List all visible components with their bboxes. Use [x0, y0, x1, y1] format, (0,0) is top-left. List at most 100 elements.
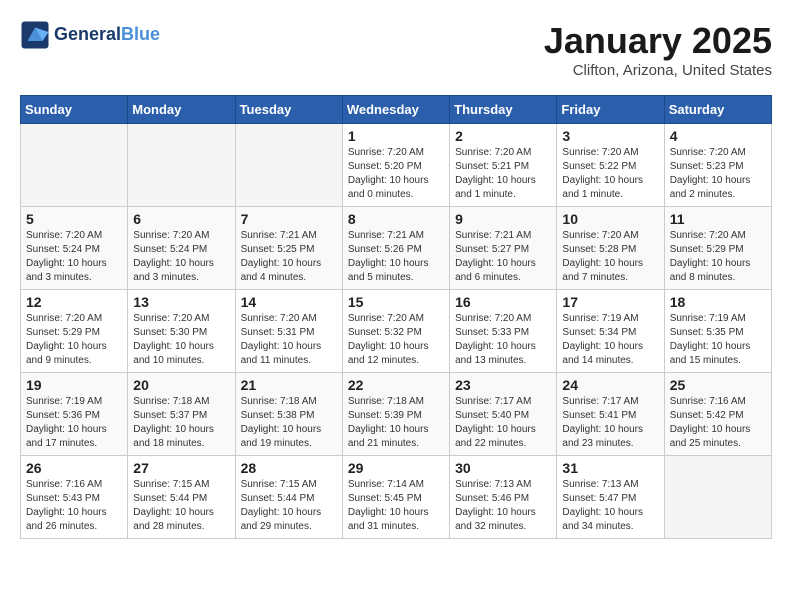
- logo: GeneralBlue: [20, 20, 160, 50]
- calendar-cell: 2 Sunrise: 7:20 AMSunset: 5:21 PMDaylight…: [450, 124, 557, 207]
- calendar-cell: 15 Sunrise: 7:20 AMSunset: 5:32 PMDayligh…: [342, 290, 449, 373]
- day-info: Sunrise: 7:18 AMSunset: 5:38 PMDaylight:…: [241, 395, 337, 451]
- day-info: Sunrise: 7:20 AMSunset: 5:30 PMDaylight:…: [133, 312, 229, 368]
- day-number: 11: [670, 211, 766, 227]
- day-number: 22: [348, 377, 444, 393]
- day-info: Sunrise: 7:18 AMSunset: 5:37 PMDaylight:…: [133, 395, 229, 451]
- day-info: Sunrise: 7:19 AMSunset: 5:34 PMDaylight:…: [562, 312, 658, 368]
- calendar-cell: 28Sunrise: 7:15 AMSunset: 5:44 PMDayligh…: [235, 456, 342, 539]
- day-info: Sunrise: 7:21 AMSunset: 5:25 PMDaylight:…: [241, 229, 337, 285]
- calendar-cell: 27 Sunrise: 7:15 AMSunset: 5:44 PMDayligh…: [128, 456, 235, 539]
- day-info: Sunrise: 7:20 AMSunset: 5:24 PMDaylight:…: [26, 229, 122, 285]
- day-info: Sunrise: 7:21 AMSunset: 5:26 PMDaylight:…: [348, 229, 444, 285]
- logo-icon: [20, 20, 50, 50]
- day-info: Sunrise: 7:20 AMSunset: 5:32 PMDaylight:…: [348, 312, 444, 368]
- day-number: 8: [348, 211, 444, 227]
- page-header: GeneralBlue January 2025 Clifton, Arizon…: [20, 20, 772, 79]
- day-number: 5: [26, 211, 122, 227]
- day-info: Sunrise: 7:20 AMSunset: 5:28 PMDaylight:…: [562, 229, 658, 285]
- calendar-cell: 10 Sunrise: 7:20 AMSunset: 5:28 PMDayligh…: [557, 207, 664, 290]
- calendar-cell: [235, 124, 342, 207]
- day-info: Sunrise: 7:13 AMSunset: 5:46 PMDaylight:…: [455, 478, 551, 534]
- day-info: Sunrise: 7:19 AMSunset: 5:36 PMDaylight:…: [26, 395, 122, 451]
- day-number: 21: [241, 377, 337, 393]
- col-header-saturday: Saturday: [664, 96, 771, 124]
- calendar-week-3: 12 Sunrise: 7:20 AMSunset: 5:29 PMDayligh…: [21, 290, 772, 373]
- day-info: Sunrise: 7:20 AMSunset: 5:31 PMDaylight:…: [241, 312, 337, 368]
- day-info: Sunrise: 7:20 AMSunset: 5:21 PMDaylight:…: [455, 146, 551, 202]
- col-header-friday: Friday: [557, 96, 664, 124]
- calendar-week-1: 1Sunrise: 7:20 AMSunset: 5:20 PMDaylight…: [21, 124, 772, 207]
- day-number: 9: [455, 211, 551, 227]
- day-info: Sunrise: 7:20 AMSunset: 5:33 PMDaylight:…: [455, 312, 551, 368]
- calendar-cell: 19 Sunrise: 7:19 AMSunset: 5:36 PMDayligh…: [21, 373, 128, 456]
- day-number: 27: [133, 460, 229, 476]
- col-header-wednesday: Wednesday: [342, 96, 449, 124]
- day-number: 20: [133, 377, 229, 393]
- calendar-cell: 12 Sunrise: 7:20 AMSunset: 5:29 PMDayligh…: [21, 290, 128, 373]
- calendar-header-row: SundayMondayTuesdayWednesdayThursdayFrid…: [21, 96, 772, 124]
- day-number: 12: [26, 294, 122, 310]
- day-number: 23: [455, 377, 551, 393]
- day-info: Sunrise: 7:20 AMSunset: 5:23 PMDaylight:…: [670, 146, 766, 202]
- day-info: Sunrise: 7:15 AMSunset: 5:44 PMDaylight:…: [133, 478, 229, 534]
- calendar-cell: 17Sunrise: 7:19 AMSunset: 5:34 PMDayligh…: [557, 290, 664, 373]
- day-number: 7: [241, 211, 337, 227]
- day-info: Sunrise: 7:20 AMSunset: 5:29 PMDaylight:…: [26, 312, 122, 368]
- calendar: SundayMondayTuesdayWednesdayThursdayFrid…: [20, 95, 772, 539]
- calendar-cell: 7 Sunrise: 7:21 AMSunset: 5:25 PMDaylight…: [235, 207, 342, 290]
- day-number: 26: [26, 460, 122, 476]
- calendar-week-4: 19 Sunrise: 7:19 AMSunset: 5:36 PMDayligh…: [21, 373, 772, 456]
- day-number: 3: [562, 128, 658, 144]
- day-info: Sunrise: 7:17 AMSunset: 5:40 PMDaylight:…: [455, 395, 551, 451]
- location: Clifton, Arizona, United States: [544, 62, 772, 79]
- day-number: 16: [455, 294, 551, 310]
- day-info: Sunrise: 7:16 AMSunset: 5:43 PMDaylight:…: [26, 478, 122, 534]
- day-info: Sunrise: 7:17 AMSunset: 5:41 PMDaylight:…: [562, 395, 658, 451]
- day-info: Sunrise: 7:20 AMSunset: 5:24 PMDaylight:…: [133, 229, 229, 285]
- calendar-cell: 3Sunrise: 7:20 AMSunset: 5:22 PMDaylight…: [557, 124, 664, 207]
- day-number: 6: [133, 211, 229, 227]
- logo-text: GeneralBlue: [54, 25, 160, 45]
- calendar-cell: [21, 124, 128, 207]
- day-number: 2: [455, 128, 551, 144]
- calendar-cell: 23 Sunrise: 7:17 AMSunset: 5:40 PMDayligh…: [450, 373, 557, 456]
- col-header-tuesday: Tuesday: [235, 96, 342, 124]
- day-number: 31: [562, 460, 658, 476]
- calendar-cell: 31Sunrise: 7:13 AMSunset: 5:47 PMDayligh…: [557, 456, 664, 539]
- calendar-cell: 8 Sunrise: 7:21 AMSunset: 5:26 PMDaylight…: [342, 207, 449, 290]
- calendar-cell: 22 Sunrise: 7:18 AMSunset: 5:39 PMDayligh…: [342, 373, 449, 456]
- calendar-cell: 13 Sunrise: 7:20 AMSunset: 5:30 PMDayligh…: [128, 290, 235, 373]
- title-block: January 2025 Clifton, Arizona, United St…: [544, 20, 772, 79]
- day-number: 28: [241, 460, 337, 476]
- day-number: 13: [133, 294, 229, 310]
- col-header-monday: Monday: [128, 96, 235, 124]
- day-number: 19: [26, 377, 122, 393]
- calendar-cell: 20 Sunrise: 7:18 AMSunset: 5:37 PMDayligh…: [128, 373, 235, 456]
- day-info: Sunrise: 7:16 AMSunset: 5:42 PMDaylight:…: [670, 395, 766, 451]
- calendar-cell: 11Sunrise: 7:20 AMSunset: 5:29 PMDayligh…: [664, 207, 771, 290]
- calendar-cell: 18 Sunrise: 7:19 AMSunset: 5:35 PMDayligh…: [664, 290, 771, 373]
- col-header-thursday: Thursday: [450, 96, 557, 124]
- day-info: Sunrise: 7:14 AMSunset: 5:45 PMDaylight:…: [348, 478, 444, 534]
- day-info: Sunrise: 7:19 AMSunset: 5:35 PMDaylight:…: [670, 312, 766, 368]
- day-number: 15: [348, 294, 444, 310]
- calendar-body: 1Sunrise: 7:20 AMSunset: 5:20 PMDaylight…: [21, 124, 772, 539]
- calendar-week-2: 5 Sunrise: 7:20 AMSunset: 5:24 PMDaylight…: [21, 207, 772, 290]
- calendar-cell: 24Sunrise: 7:17 AMSunset: 5:41 PMDayligh…: [557, 373, 664, 456]
- day-number: 18: [670, 294, 766, 310]
- day-number: 14: [241, 294, 337, 310]
- day-number: 29: [348, 460, 444, 476]
- day-info: Sunrise: 7:20 AMSunset: 5:20 PMDaylight:…: [348, 146, 444, 202]
- day-info: Sunrise: 7:18 AMSunset: 5:39 PMDaylight:…: [348, 395, 444, 451]
- calendar-cell: 9 Sunrise: 7:21 AMSunset: 5:27 PMDaylight…: [450, 207, 557, 290]
- day-number: 10: [562, 211, 658, 227]
- calendar-cell: 26 Sunrise: 7:16 AMSunset: 5:43 PMDayligh…: [21, 456, 128, 539]
- calendar-cell: 1Sunrise: 7:20 AMSunset: 5:20 PMDaylight…: [342, 124, 449, 207]
- day-number: 4: [670, 128, 766, 144]
- day-number: 25: [670, 377, 766, 393]
- day-info: Sunrise: 7:21 AMSunset: 5:27 PMDaylight:…: [455, 229, 551, 285]
- calendar-cell: 14 Sunrise: 7:20 AMSunset: 5:31 PMDayligh…: [235, 290, 342, 373]
- calendar-cell: 5 Sunrise: 7:20 AMSunset: 5:24 PMDaylight…: [21, 207, 128, 290]
- calendar-cell: 21 Sunrise: 7:18 AMSunset: 5:38 PMDayligh…: [235, 373, 342, 456]
